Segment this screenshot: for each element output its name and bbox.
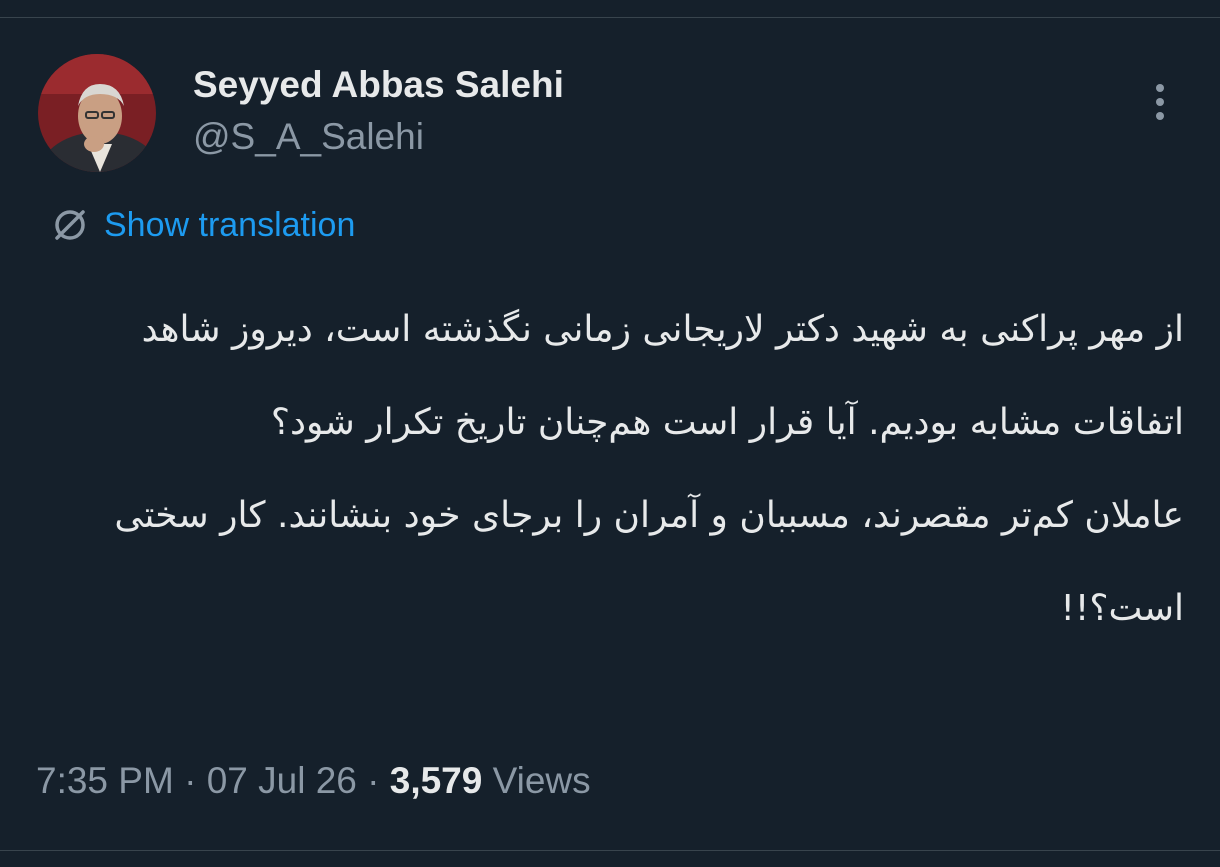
more-vertical-icon <box>1156 84 1164 92</box>
more-vertical-icon-dot <box>1156 112 1164 120</box>
views-count: 3,579 <box>389 760 483 801</box>
tweet-date[interactable]: 07 Jul 26 <box>207 760 357 801</box>
views-label: Views <box>492 760 591 801</box>
tweet-meta: 7:35 PM · 07 Jul 26 · 3,579 Views <box>36 760 591 802</box>
more-options-button[interactable] <box>1140 80 1180 124</box>
translate-globe-icon <box>55 210 85 240</box>
tweet-paragraph: عاملان کم‌تر مقصرند، مسببان و آمران را ب… <box>114 495 1184 629</box>
tweet-paragraph: از مهر پراکنی به شهید دکتر لاریجانی زمان… <box>141 309 1184 443</box>
author-avatar[interactable] <box>38 54 156 172</box>
author-display-name[interactable]: Seyyed Abbas Salehi <box>193 64 564 106</box>
tweet-time[interactable]: 7:35 PM <box>36 760 174 801</box>
bottom-divider <box>0 850 1220 851</box>
more-vertical-icon-dot <box>1156 98 1164 106</box>
meta-separator: · <box>184 760 197 801</box>
show-translation-label: Show translation <box>104 205 356 244</box>
meta-separator: · <box>367 760 380 801</box>
tweet-text: از مهر پراکنی به شهید دکتر لاریجانی زمان… <box>36 283 1184 655</box>
show-translation-link[interactable]: Show translation <box>50 203 355 247</box>
author-handle[interactable]: @S_A_Salehi <box>193 116 424 158</box>
avatar-image <box>38 54 156 172</box>
top-divider <box>0 0 1220 18</box>
